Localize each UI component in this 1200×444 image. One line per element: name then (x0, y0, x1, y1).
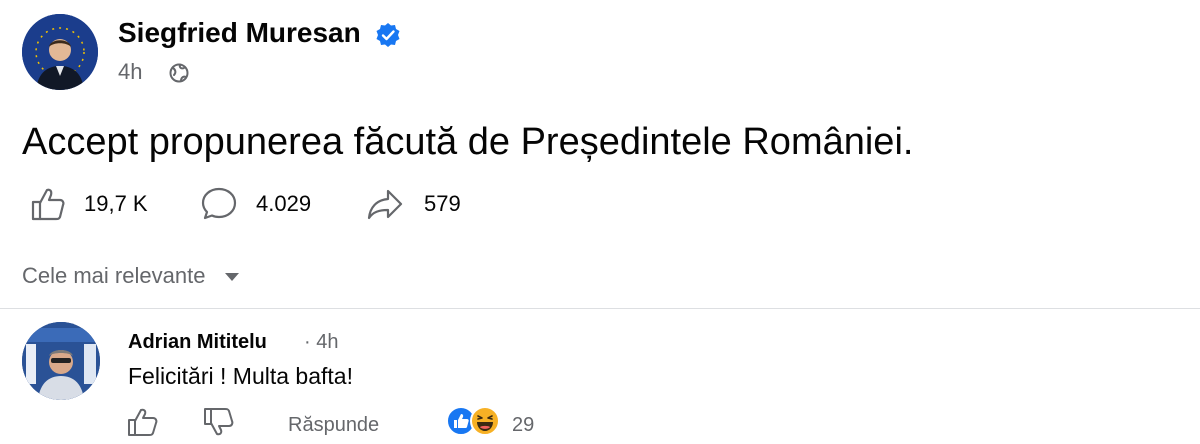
reaction-count[interactable]: 29 (512, 413, 534, 437)
sort-label: Cele mai relevante (22, 263, 206, 288)
thumbs-up-icon (31, 188, 65, 221)
author-name[interactable]: Siegfried Muresan (118, 16, 361, 50)
share-arrow-icon (367, 189, 403, 220)
author-avatar[interactable] (22, 14, 98, 90)
like-count: 19,7 K (84, 191, 148, 216)
commenter-avatar[interactable] (22, 322, 100, 400)
comment-text: Felicitări ! Multa bafta! (128, 363, 353, 389)
facebook-post: Siegfried Muresan 4h Accept propunerea f… (0, 0, 1200, 444)
post-timestamp[interactable]: 4h (118, 58, 142, 86)
comment-count: 4.029 (256, 191, 312, 216)
divider (0, 308, 1200, 309)
reply-button[interactable]: Răspunde (288, 413, 379, 437)
thumbs-up-icon[interactable] (126, 406, 160, 438)
share-count: 579 (424, 191, 461, 216)
comment-sort-dropdown[interactable]: Cele mai relevante (22, 262, 240, 290)
globe-icon (169, 63, 189, 83)
post-text: Accept propunerea făcută de Președintele… (22, 121, 914, 163)
verified-badge-icon (376, 23, 400, 47)
thumbs-down-icon[interactable] (202, 406, 236, 438)
comment-timestamp[interactable]: · 4h (304, 330, 338, 354)
caret-down-icon (224, 273, 239, 282)
comment-bubble-icon (201, 187, 237, 220)
commenter-name[interactable]: Adrian Mititelu (128, 330, 267, 354)
haha-reaction-icon[interactable] (470, 406, 500, 436)
